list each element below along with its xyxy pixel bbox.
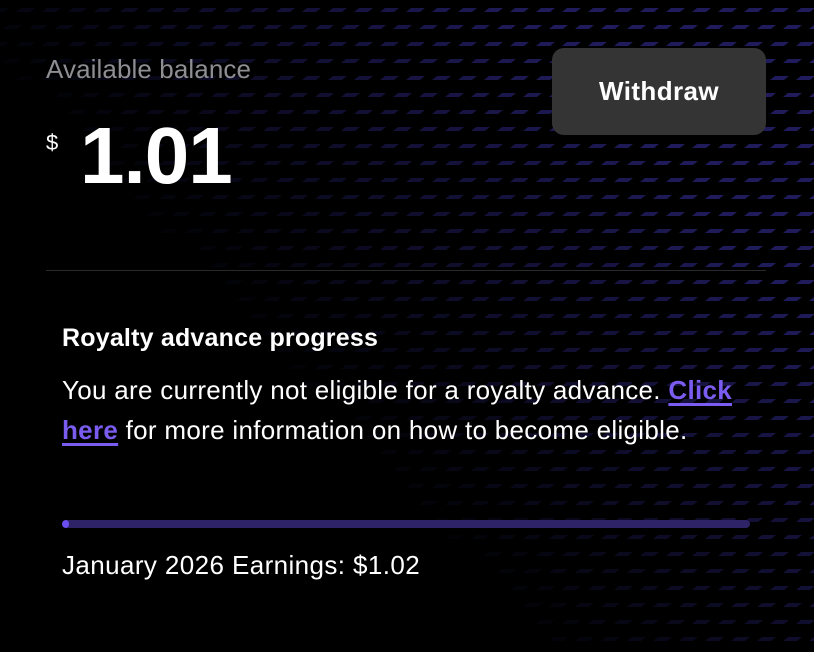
divider	[46, 270, 766, 271]
royalty-description: You are currently not eligible for a roy…	[62, 370, 752, 450]
info-link-suffix: for more information on how to become el…	[118, 415, 688, 445]
eligibility-status-text: You are currently not eligible for a roy…	[62, 375, 661, 405]
balance-amount: 1.01	[80, 111, 233, 200]
royalty-progress-fill	[62, 520, 69, 528]
balance-label: Available balance	[46, 54, 252, 84]
royalty-progress-bar	[62, 520, 750, 528]
currency-symbol: $	[46, 130, 59, 155]
withdraw-button[interactable]: Withdraw	[552, 48, 766, 135]
royalty-section-title: Royalty advance progress	[62, 324, 379, 352]
monthly-earnings-text: January 2026 Earnings: $1.02	[62, 550, 421, 580]
balance-card: Available balance $ 1.01 Withdraw Royalt…	[0, 0, 814, 652]
